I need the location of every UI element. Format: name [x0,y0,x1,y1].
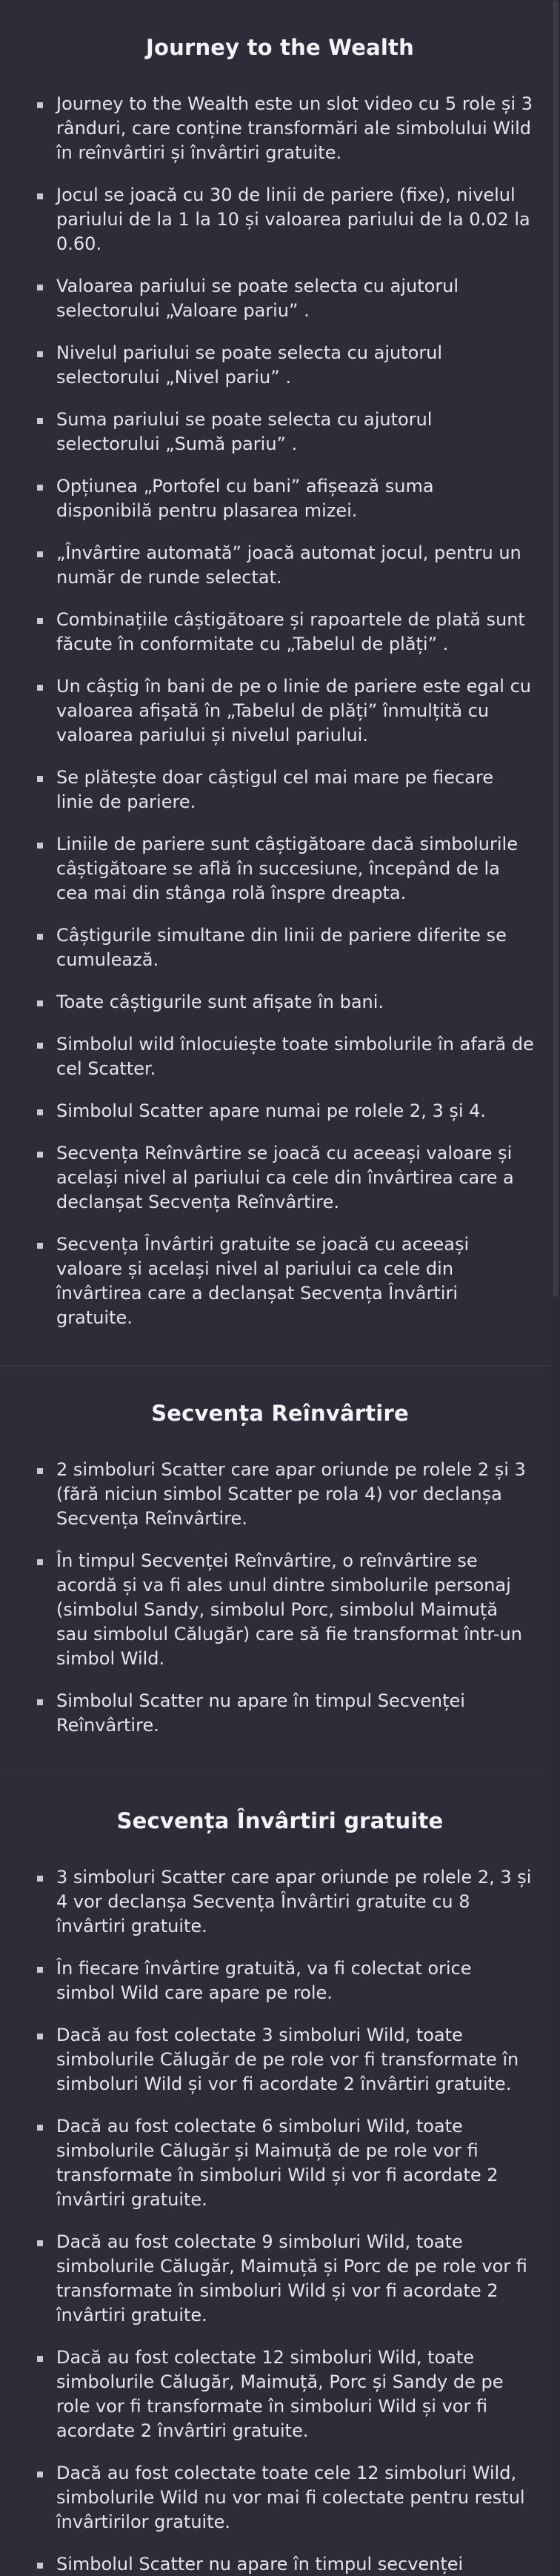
list-item: Jocul se joacă cu 30 de linii de pariere… [37,183,535,256]
rules-list: 3 simboluri Scatter care apar oriunde pe… [0,1865,560,2576]
list-item: Dacă au fost colectate 12 simboluri Wild… [37,2346,535,2443]
list-item: Opțiunea „Portofel cu bani” afișează sum… [37,474,535,523]
rules-list: Journey to the Wealth este un slot video… [0,92,560,1330]
list-item: Câștigurile simultane din linii de parie… [37,923,535,972]
list-item: Dacă au fost colectate 3 simboluri Wild,… [37,2023,535,2097]
list-item: Secvența Reînvârtire se joacă cu aceeași… [37,1141,535,1215]
scrollbar[interactable] [551,0,560,2576]
list-item: În fiecare învârtire gratuită, va fi col… [37,1956,535,2005]
list-item: Nivelul pariului se poate selecta cu aju… [37,341,535,390]
list-item: Dacă au fost colectate 9 simboluri Wild,… [37,2230,535,2328]
list-item: Se plătește doar câștigul cel mai mare p… [37,766,535,814]
list-item: „Învârtire automată” joacă automat jocul… [37,541,535,590]
list-item: Toate câștigurile sunt afișate în bani. [37,990,535,1015]
list-item: În timpul Secvenței Reînvârtire, o reînv… [37,1549,535,1671]
list-item: Combinațiile câștigătoare și rapoartele … [37,608,535,657]
section-free-spins: Secvența Învârtiri gratuite 3 simboluri … [0,1773,560,2576]
list-item: Liniile de pariere sunt câștigătoare dac… [37,832,535,906]
list-item: Dacă au fost colectate 6 simboluri Wild,… [37,2114,535,2212]
list-item: Simbolul Scatter nu apare în timpul Secv… [37,1689,535,1738]
list-item: Secvența Învârtiri gratuite se joacă cu … [37,1232,535,1330]
list-item: Simbolul wild înlocuiește toate simbolur… [37,1032,535,1081]
list-item: Un câștig în bani de pe o linie de parie… [37,674,535,748]
list-item: Simbolul Scatter apare numai pe rolele 2… [37,1099,535,1123]
section-title: Journey to the Wealth [146,35,414,60]
section-title: Secvența Reînvârtire [151,1401,409,1426]
list-item: Simbolul Scatter nu apare în timpul secv… [37,2552,535,2576]
scrollbar-thumb[interactable] [553,0,559,1297]
list-item: Journey to the Wealth este un slot video… [37,92,535,165]
list-item: Suma pariului se poate selecta cu ajutor… [37,408,535,457]
section-respin: Secvența Reînvârtire 2 simboluri Scatter… [0,1365,560,1773]
rules-page: Journey to the Wealth Journey to the Wea… [0,0,560,2576]
section-general-rules: Journey to the Wealth Journey to the Wea… [0,0,560,1365]
section-title: Secvența Învârtiri gratuite [116,1808,444,1833]
list-item: Valoarea pariului se poate selecta cu aj… [37,274,535,323]
list-item: Dacă au fost colectate toate cele 12 sim… [37,2461,535,2534]
list-item: 2 simboluri Scatter care apar oriunde pe… [37,1458,535,1531]
list-item: 3 simboluri Scatter care apar oriunde pe… [37,1865,535,1939]
rules-list: 2 simboluri Scatter care apar oriunde pe… [0,1458,560,1738]
